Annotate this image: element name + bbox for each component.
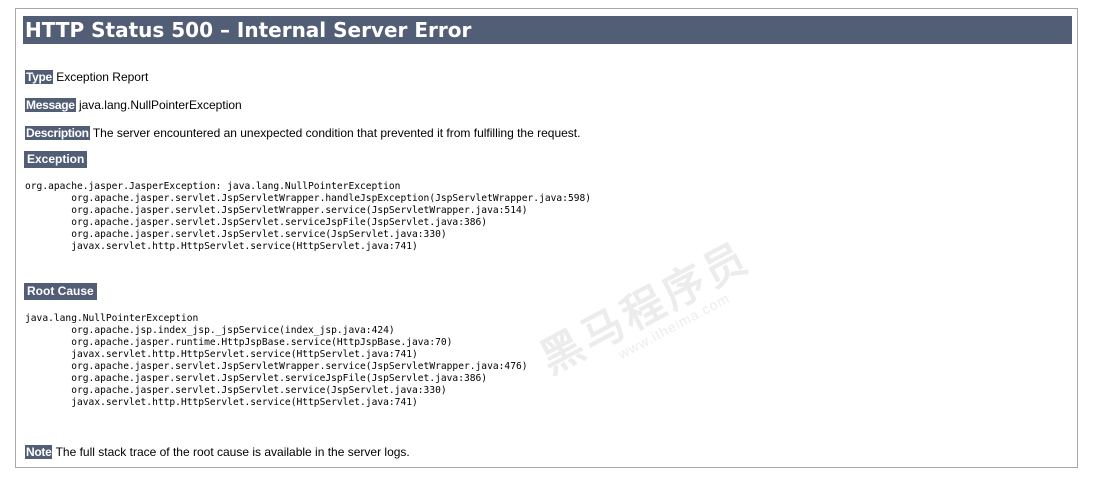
note-label: Note bbox=[25, 445, 53, 459]
exception-stack-trace: org.apache.jasper.JasperException: java.… bbox=[25, 181, 592, 252]
note-row: Note The full stack trace of the root ca… bbox=[25, 445, 410, 460]
root-cause-heading: Root Cause bbox=[24, 283, 97, 300]
description-row: Description The server encountered an un… bbox=[25, 126, 580, 141]
page-title: HTTP Status 500 – Internal Server Error bbox=[23, 16, 1072, 44]
message-label: Message bbox=[25, 98, 76, 112]
error-page: HTTP Status 500 – Internal Server Error … bbox=[15, 8, 1078, 468]
type-row: Type Exception Report bbox=[25, 70, 148, 85]
description-label: Description bbox=[25, 126, 90, 140]
exception-heading: Exception bbox=[24, 151, 88, 168]
type-label: Type bbox=[25, 70, 53, 84]
type-value: Exception Report bbox=[52, 70, 149, 84]
message-value: java.lang.NullPointerException bbox=[75, 98, 242, 112]
note-value: The full stack trace of the root cause i… bbox=[52, 445, 410, 459]
message-row: Message java.lang.NullPointerException bbox=[25, 98, 242, 113]
watermark-url: www.itheima.com bbox=[615, 289, 733, 362]
description-value: The server encountered an unexpected con… bbox=[89, 126, 581, 140]
root-cause-stack-trace: java.lang.NullPointerException org.apach… bbox=[25, 313, 528, 408]
